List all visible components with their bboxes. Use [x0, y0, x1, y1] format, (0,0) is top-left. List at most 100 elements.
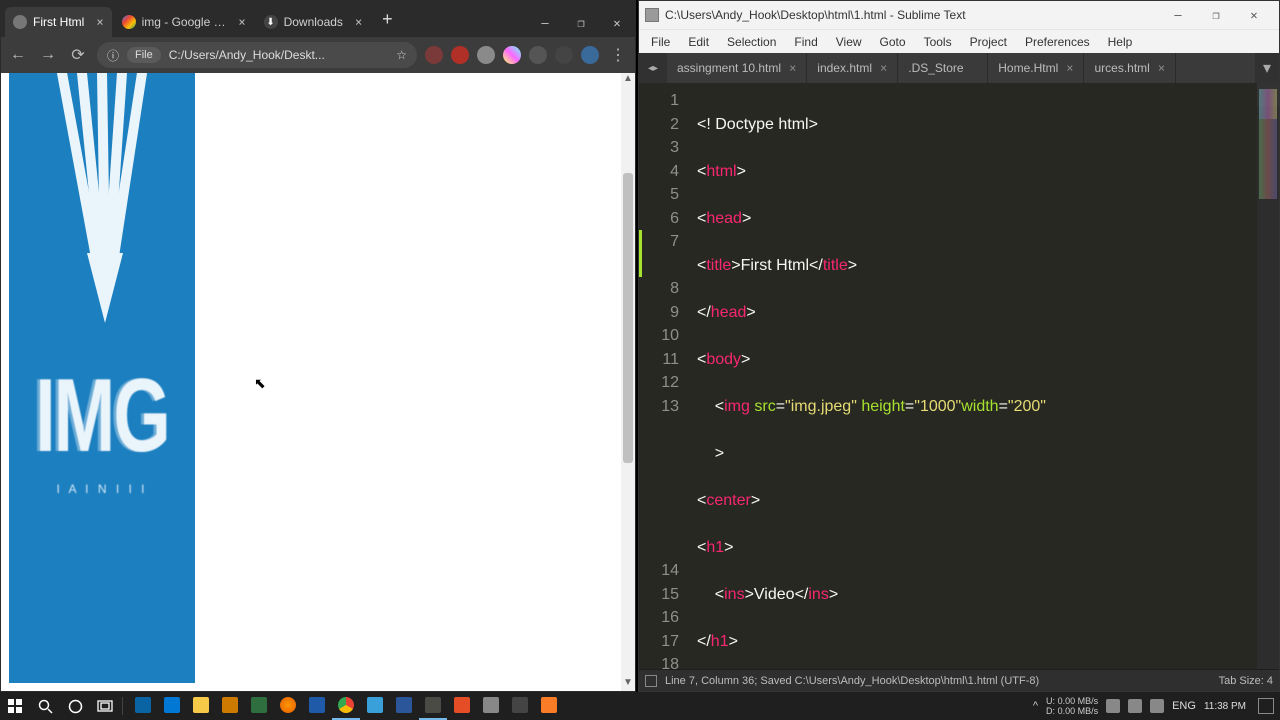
menu-help[interactable]: Help: [1100, 33, 1141, 51]
firefox-icon[interactable]: [274, 692, 302, 720]
app-icon[interactable]: [448, 692, 476, 720]
chrome-icon[interactable]: [332, 692, 360, 720]
tray-icons[interactable]: ^: [1033, 700, 1038, 712]
menu-edit[interactable]: Edit: [680, 33, 717, 51]
extensions-row: [425, 46, 599, 64]
app-icon[interactable]: [216, 692, 244, 720]
chrome-viewport: IMG I A I N I I I ⬉ ▲ ▼: [1, 73, 635, 691]
menu-view[interactable]: View: [828, 33, 870, 51]
close-icon[interactable]: ×: [1066, 61, 1073, 75]
app-icon[interactable]: [361, 692, 389, 720]
tab-scroll-arrows[interactable]: ◂▸: [639, 53, 667, 83]
sublime-tab-3[interactable]: Home.Html×: [988, 53, 1084, 83]
system-tray[interactable]: [1106, 699, 1164, 713]
maximize-button[interactable]: ❐: [563, 9, 599, 37]
volume-icon[interactable]: [1150, 699, 1164, 713]
minimap[interactable]: [1257, 83, 1279, 669]
start-button[interactable]: [0, 692, 30, 720]
menu-goto[interactable]: Goto: [872, 33, 914, 51]
taskbar-clock[interactable]: 11:38 PM: [1204, 701, 1246, 712]
menu-file[interactable]: File: [643, 33, 678, 51]
minimize-button[interactable]: —: [1159, 2, 1197, 28]
taskbar-separator: [122, 697, 123, 715]
chrome-tabstrip: First Html × img - Google Se × ⬇ Downloa…: [1, 1, 635, 37]
cortana-icon[interactable]: [60, 692, 90, 720]
back-button[interactable]: ←: [7, 46, 29, 64]
url-text: C:/Users/Andy_Hook/Deskt...: [169, 48, 388, 62]
app-icon[interactable]: [158, 692, 186, 720]
minimize-button[interactable]: —: [527, 9, 563, 37]
page-scrollbar[interactable]: ▲ ▼: [621, 73, 635, 691]
sublime-tab-4[interactable]: urces.html×: [1084, 53, 1176, 83]
close-window-button[interactable]: ✕: [599, 9, 635, 37]
app-icon[interactable]: [187, 692, 215, 720]
status-right[interactable]: Tab Size: 4: [1219, 675, 1273, 687]
arrow-icon: [27, 73, 177, 333]
sublime-tab-2[interactable]: .DS_Store: [898, 53, 988, 83]
extension-icon[interactable]: [503, 46, 521, 64]
close-icon[interactable]: ×: [355, 15, 362, 29]
sublime-tabstrip: ◂▸ assingment 10.html× index.html× .DS_S…: [639, 53, 1279, 83]
tab-overflow-icon[interactable]: ▾: [1255, 53, 1279, 83]
taskview-icon[interactable]: [90, 692, 120, 720]
battery-icon[interactable]: [1106, 699, 1120, 713]
sublime-tab-0[interactable]: assingment 10.html×: [667, 53, 807, 83]
status-left: Line 7, Column 36; Saved C:\Users\Andy_H…: [665, 675, 1039, 687]
maximize-button[interactable]: ❐: [1197, 2, 1235, 28]
extension-icon[interactable]: [451, 46, 469, 64]
sublime-icon[interactable]: [419, 692, 447, 720]
scroll-up-icon[interactable]: ▲: [621, 73, 635, 87]
chrome-tab-1-label: img - Google Se: [142, 15, 227, 29]
chrome-tab-0-label: First Html: [33, 15, 84, 29]
scroll-down-icon[interactable]: ▼: [621, 677, 635, 691]
chrome-window-controls: — ❐ ✕: [527, 9, 635, 37]
menu-project[interactable]: Project: [962, 33, 1015, 51]
action-center-icon[interactable]: [1258, 698, 1274, 714]
sublime-window: C:\Users\Andy_Hook\Desktop\html\1.html -…: [638, 0, 1280, 692]
chrome-window: First Html × img - Google Se × ⬇ Downloa…: [0, 0, 636, 692]
app-icon[interactable]: [245, 692, 273, 720]
close-window-button[interactable]: ✕: [1235, 2, 1273, 28]
menu-preferences[interactable]: Preferences: [1017, 33, 1098, 51]
close-icon[interactable]: ×: [789, 61, 796, 75]
scroll-thumb[interactable]: [623, 173, 633, 463]
star-icon[interactable]: ☆: [396, 48, 407, 62]
forward-button[interactable]: →: [37, 46, 59, 64]
chrome-menu-button[interactable]: ⋮: [607, 45, 629, 65]
extension-icon[interactable]: [555, 46, 573, 64]
search-icon[interactable]: [30, 692, 60, 720]
app-icon[interactable]: [129, 692, 157, 720]
app-icon[interactable]: [506, 692, 534, 720]
sublime-tab-1[interactable]: index.html×: [807, 53, 898, 83]
code-content[interactable]: <! Doctype html> <html> <head> <title>Fi…: [697, 89, 1255, 669]
chrome-tab-2-label: Downloads: [284, 15, 343, 29]
menu-find[interactable]: Find: [786, 33, 825, 51]
menu-selection[interactable]: Selection: [719, 33, 784, 51]
editor-area[interactable]: 123456 7 89101112 13 1415161718 <! Docty…: [639, 83, 1279, 669]
close-icon[interactable]: ×: [880, 61, 887, 75]
sublime-menubar[interactable]: File Edit Selection Find View Goto Tools…: [639, 29, 1279, 53]
close-icon[interactable]: ×: [96, 15, 103, 29]
status-icon[interactable]: [645, 675, 657, 687]
close-icon[interactable]: ×: [238, 15, 245, 29]
extension-icon[interactable]: [477, 46, 495, 64]
chrome-tab-0[interactable]: First Html ×: [5, 7, 112, 37]
extension-icon[interactable]: [581, 46, 599, 64]
site-info-icon[interactable]: ⓘ: [107, 47, 119, 64]
menu-tools[interactable]: Tools: [916, 33, 960, 51]
chrome-tab-2[interactable]: ⬇ Downloads ×: [256, 7, 371, 37]
app-icon[interactable]: [303, 692, 331, 720]
address-bar[interactable]: ⓘ File C:/Users/Andy_Hook/Deskt... ☆: [97, 42, 417, 68]
chrome-tab-1[interactable]: img - Google Se ×: [114, 7, 254, 37]
language-indicator[interactable]: ENG: [1172, 700, 1196, 712]
app-icon[interactable]: [477, 692, 505, 720]
word-icon[interactable]: [390, 692, 418, 720]
extension-icon[interactable]: [529, 46, 547, 64]
wifi-icon[interactable]: [1128, 699, 1142, 713]
new-tab-button[interactable]: +: [372, 9, 403, 30]
close-icon[interactable]: ×: [1158, 61, 1165, 75]
image-text: IMG: [35, 356, 169, 475]
app-icon[interactable]: [535, 692, 563, 720]
reload-button[interactable]: ⟳: [67, 45, 89, 65]
extension-icon[interactable]: [425, 46, 443, 64]
